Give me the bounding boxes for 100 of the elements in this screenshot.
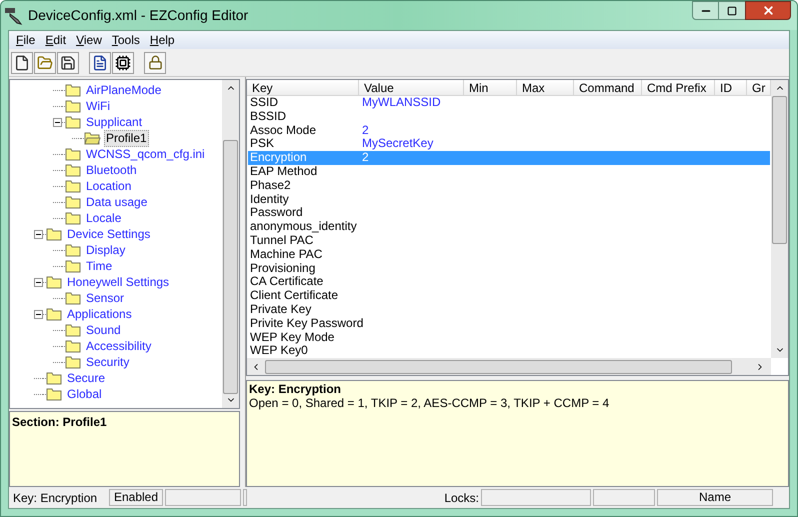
menu-item[interactable]: File (11, 31, 40, 49)
folder-icon (65, 115, 82, 129)
table-row[interactable]: Phase2 (248, 178, 770, 193)
vertical-scrollbar[interactable] (771, 80, 788, 358)
table-row[interactable]: Provisioning (248, 262, 770, 276)
minimize-button[interactable] (692, 1, 719, 20)
key-cell-text: Machine PAC (249, 248, 324, 262)
close-button[interactable] (745, 1, 791, 20)
tree-item[interactable]: Supplicant (85, 114, 144, 130)
save-button[interactable] (57, 52, 79, 74)
table-row[interactable]: EAP Method (248, 164, 770, 179)
scroll-thumb[interactable] (223, 140, 238, 394)
tree-item[interactable]: WCNSS_qcom_cfg.ini (85, 146, 206, 162)
value-cell-text: 2 (361, 124, 369, 138)
column-header[interactable]: Max (517, 80, 574, 96)
key-cell-text: Private Key (249, 302, 312, 317)
table-row[interactable]: WEP Key0 (248, 344, 770, 358)
vertical-scrollbar[interactable] (222, 80, 239, 408)
folder-icon (65, 243, 82, 257)
value-cell-text: MySecretKey (361, 137, 434, 152)
tree-item[interactable]: Profile1 (104, 130, 149, 146)
folder-icon (65, 339, 82, 353)
tree-item[interactable]: Device Settings (66, 226, 152, 242)
tree-item[interactable]: AirPlaneMode (85, 82, 162, 98)
key-cell-text: Tunnel PAC (249, 234, 314, 248)
status-name: Name (657, 489, 773, 506)
folder-icon (46, 275, 63, 289)
lock-icon (148, 55, 162, 70)
menu-item[interactable]: View (71, 31, 107, 49)
table-row[interactable]: WEP Key Mode (248, 330, 770, 344)
table-row[interactable]: Identity (248, 192, 770, 206)
scroll-thumb[interactable] (265, 360, 732, 374)
tree-item[interactable]: Secure (66, 370, 106, 386)
collapse-toggle[interactable] (34, 310, 43, 318)
folder-icon (46, 227, 63, 241)
column-header[interactable]: Key (247, 80, 359, 96)
collapse-toggle[interactable] (34, 278, 43, 286)
folder-icon (65, 259, 82, 273)
column-header[interactable]: Command (574, 80, 642, 96)
tree-item[interactable]: Location (85, 178, 132, 194)
window-title: DeviceConfig.xml - EZConfig Editor (28, 6, 248, 25)
maximize-button[interactable] (719, 1, 745, 20)
table-row[interactable]: PSK MySecretKey (248, 137, 770, 152)
folder-icon (46, 371, 63, 385)
table-row[interactable]: Privite Key Password (248, 316, 770, 331)
key-cell-text: WEP Key0 (249, 344, 309, 358)
lock-button[interactable] (144, 52, 166, 74)
tree-item[interactable]: Accessibility (85, 338, 152, 354)
tree-item[interactable]: Applications (66, 306, 133, 322)
key-title: Key: Encryption (249, 382, 342, 396)
tree-item[interactable]: Security (85, 354, 130, 370)
key-cell-text: EAP Method (249, 164, 318, 179)
table-row[interactable]: SSID MyWLANSSID (248, 96, 770, 110)
table-row[interactable]: Machine PAC (248, 248, 770, 262)
tree-item[interactable]: Locale (85, 210, 122, 226)
menu-item[interactable]: Help (144, 31, 180, 49)
app-logo-icon (4, 6, 24, 24)
table-row[interactable]: Tunnel PAC (248, 234, 770, 248)
folder-icon (65, 195, 82, 209)
table-row[interactable]: Client Certificate (248, 289, 770, 303)
tree-item[interactable]: Sensor (85, 290, 126, 306)
tree-item[interactable]: Sound (85, 322, 122, 338)
maximize-icon (727, 6, 737, 16)
key-cell-text: SSID (249, 96, 280, 110)
column-header[interactable]: Min (464, 80, 517, 96)
horizontal-scrollbar[interactable] (247, 358, 771, 375)
open-button[interactable] (34, 52, 56, 74)
tree-item[interactable]: Display (85, 242, 126, 258)
table-row[interactable]: anonymous_identity (248, 220, 770, 234)
key-cell-text: Phase2 (249, 178, 292, 193)
properties-button[interactable] (89, 52, 111, 74)
folder-icon (46, 387, 63, 401)
collapse-toggle[interactable] (53, 118, 62, 126)
open-folder-icon (84, 131, 101, 145)
folder-icon (37, 54, 53, 70)
table-row[interactable]: BSSID (248, 110, 770, 124)
close-icon (762, 4, 774, 17)
tree-item[interactable]: WiFi (85, 98, 111, 114)
folder-icon (65, 323, 82, 337)
key-cell-text: Provisioning (249, 262, 316, 276)
table-row[interactable]: CA Certificate (248, 275, 770, 290)
table-row[interactable]: Password (248, 206, 770, 220)
menu-item[interactable]: Edit (40, 31, 72, 49)
table-row[interactable]: Private Key (248, 302, 770, 317)
tree-item[interactable]: Data usage (85, 194, 148, 210)
column-header[interactable]: Gr (747, 80, 771, 96)
menu-item[interactable]: Tools (106, 31, 145, 49)
table-row[interactable]: Assoc Mode 2 (248, 124, 770, 138)
chip-button[interactable] (112, 52, 134, 74)
collapse-toggle[interactable] (34, 230, 43, 238)
column-header[interactable]: ID (715, 80, 747, 96)
column-header[interactable]: Value (359, 80, 464, 96)
tree-item[interactable]: Bluetooth (85, 162, 138, 178)
new-button[interactable] (11, 52, 33, 74)
key-description: Open = 0, Shared = 1, TKIP = 2, AES-CCMP = 3, TKIP + CCMP = 4 (249, 396, 610, 410)
tree-item[interactable]: Time (85, 258, 114, 274)
scroll-thumb[interactable] (772, 96, 787, 244)
column-header[interactable]: Cmd Prefix (642, 80, 715, 96)
tree-item[interactable]: Global (66, 386, 103, 402)
tree-item[interactable]: Honeywell Settings (66, 274, 170, 290)
